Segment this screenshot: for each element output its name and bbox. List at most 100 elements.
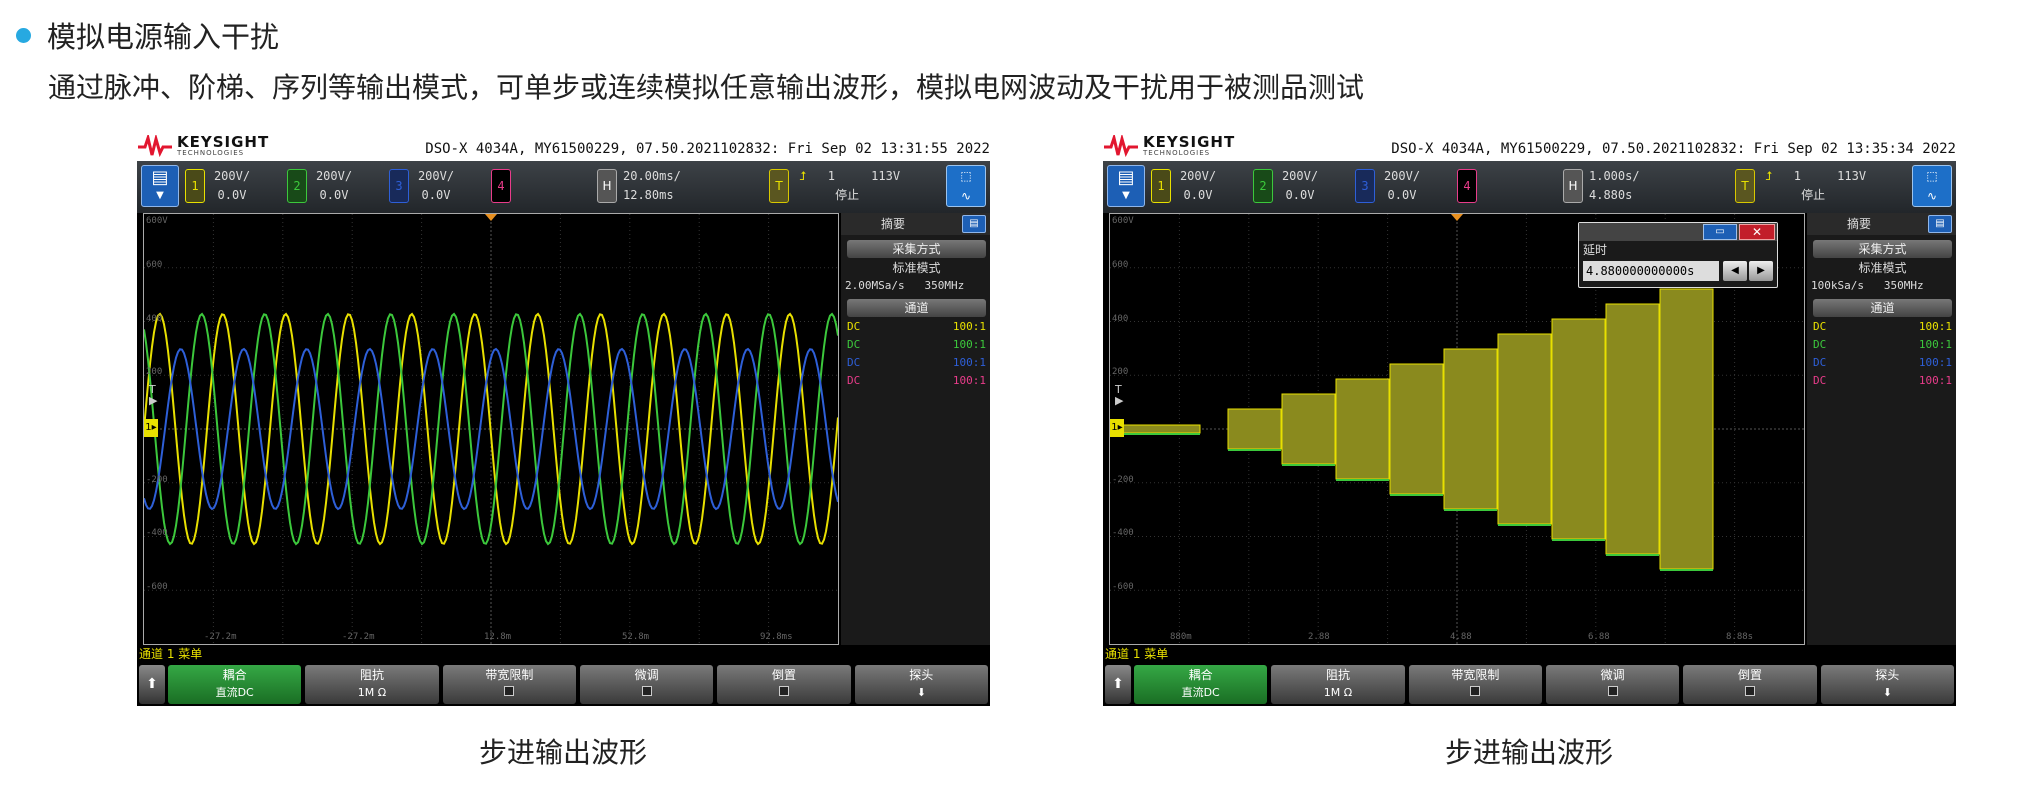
minimize-icon[interactable]: ▭	[1703, 224, 1737, 240]
heading-title: 模拟电源输入干扰	[47, 20, 280, 54]
channel-2-offset: 0.0V	[1285, 188, 1315, 202]
softkey-probe[interactable]: 探头 ⬇	[854, 665, 988, 704]
softkey-probe[interactable]: 探头 ⬇	[1820, 665, 1954, 704]
channel-2-offset: 0.0V	[319, 188, 349, 202]
keysight-logo: KEYSIGHT TECHNOLOGIES	[1103, 135, 1235, 157]
channel-1-summary: DC 100:1	[847, 318, 986, 335]
trace-step-block	[1281, 393, 1336, 465]
acquisition-button[interactable]: 采集方式	[1813, 240, 1952, 258]
softkey-bw-limit[interactable]: 带宽限制	[1408, 665, 1542, 704]
softkey-coupling[interactable]: 耦合 直流DC	[168, 665, 302, 704]
softkey-coupling[interactable]: 耦合 直流DC	[1134, 665, 1268, 704]
softkey-impedance[interactable]: 阻抗 1M Ω	[1271, 665, 1405, 704]
channel-1-button[interactable]: 1	[185, 169, 205, 203]
trace-step-block	[1551, 318, 1606, 540]
menu-icon: ▤	[1117, 167, 1135, 188]
channel-1-settings: 200V/0.0V	[207, 167, 257, 205]
level-label: -400	[146, 528, 168, 538]
channel-3-settings: 200V/0.0V	[411, 167, 461, 205]
summary-title: 摘要	[881, 217, 906, 231]
channel-3-button[interactable]: 3	[389, 169, 409, 203]
channel-3-offset: 0.0V	[1387, 188, 1417, 202]
softkey-impedance[interactable]: 阻抗 1M Ω	[305, 665, 439, 704]
trigger-settings: ⮥ 1 113V 停止	[1765, 167, 1866, 205]
caption-1: 步进输出波形	[478, 736, 647, 769]
increment-arrow-icon[interactable]: ▶	[1749, 261, 1773, 281]
waveform-display[interactable]: 600V 600 400 200 -200 -400 -600 -27.2m -…	[143, 213, 839, 645]
trigger-button[interactable]: T	[1735, 169, 1755, 203]
acquisition-button[interactable]: 采集方式	[847, 240, 986, 258]
down-arrow-icon: ⬇	[916, 686, 926, 699]
trace-step-block	[1443, 348, 1498, 510]
checkbox-icon	[778, 686, 789, 696]
channel-1-button[interactable]: 1	[1151, 169, 1171, 203]
channel-4-button[interactable]: 4	[1457, 169, 1477, 203]
channel-2-settings: 200V/0.0V	[309, 167, 359, 205]
main-menu-button[interactable]: ▤ ▼	[1107, 165, 1145, 207]
channel-2-button[interactable]: 2	[1253, 169, 1273, 203]
zoom-button[interactable]: ⬚ ∿	[946, 165, 986, 207]
level-label-top: 600V	[1112, 216, 1134, 226]
horizontal-settings: 20.00ms/12.80ms	[623, 167, 681, 205]
summary-menu-icon[interactable]: ▤	[962, 215, 986, 233]
logo-name: KEYSIGHT	[177, 133, 270, 151]
horizontal-button[interactable]: H	[597, 169, 617, 203]
probe-ratio: 100:1	[1918, 374, 1952, 387]
softkey-value: 1M Ω	[357, 686, 387, 699]
chevron-down-icon: ▼	[1122, 190, 1130, 201]
softkey-value: 直流DC	[215, 686, 254, 699]
horizontal-button[interactable]: H	[1563, 169, 1583, 203]
softkey-label: 倒置	[1737, 668, 1762, 682]
checkbox-icon	[1744, 686, 1755, 696]
scope-screen: ▤ ▼ 1 200V/0.0V 2 200V/0.0V 3 200V/0.0V 4…	[1103, 161, 1956, 706]
channels-button[interactable]: 通道	[1813, 299, 1952, 317]
time-label: 8.88s	[1726, 632, 1754, 642]
channels-button[interactable]: 通道	[847, 299, 986, 317]
down-arrow-icon: ⬇	[1882, 686, 1892, 699]
channel-3-button[interactable]: 3	[1355, 169, 1375, 203]
channel-2-summary: DC 100:1	[1813, 336, 1952, 353]
summary-header: 摘要 ▤	[841, 213, 990, 235]
softkey-invert[interactable]: 倒置	[717, 665, 851, 704]
waveform-display[interactable]: 600V 600 400 200 0 -200 -400 -600 880m 2…	[1109, 213, 1805, 645]
back-arrow-button[interactable]: ⬆	[139, 665, 165, 704]
trigger-button[interactable]: T	[769, 169, 789, 203]
softkey-value: 1M Ω	[1323, 686, 1353, 699]
scope-topbar: ▤ ▼ 1 200V/0.0V 2 200V/0.0V 3 200V/0.0V 4…	[137, 161, 990, 213]
trigger-level: 113V	[871, 169, 901, 183]
summary-panel: 摘要 ▤ 采集方式 标准模式 100kSa/s 350MHz 通道 DC 100:1…	[1807, 213, 1956, 645]
section-heading: 模拟电源输入干扰	[16, 14, 279, 56]
channel-4-button[interactable]: 4	[491, 169, 511, 203]
softkey-invert[interactable]: 倒置	[1683, 665, 1817, 704]
channel-1-ground-marker[interactable]: 1▸	[144, 419, 158, 437]
summary-panel: 摘要 ▤ 采集方式 标准模式 2.00MSa/s 350MHz 通道 DC 100:…	[841, 213, 990, 645]
channel-3-settings: 200V/0.0V	[1377, 167, 1427, 205]
horizontal-settings: 1.000s/4.880s	[1589, 167, 1640, 205]
channel-2-scale: 200V/	[1281, 169, 1319, 183]
logo-sub: TECHNOLOGIES	[1143, 149, 1211, 157]
main-menu-button[interactable]: ▤ ▼	[141, 165, 179, 207]
trace-step-block	[1227, 408, 1282, 450]
close-icon[interactable]: ✕	[1739, 224, 1775, 240]
delay-input[interactable]: 4.880000000000s	[1583, 261, 1719, 281]
trigger-level-marker-icon: T ▶	[1115, 383, 1124, 407]
probe-ratio: 100:1	[952, 374, 986, 387]
softkey-fine[interactable]: 微调	[579, 665, 714, 704]
zoom-button[interactable]: ⬚ ∿	[1912, 165, 1952, 207]
logo-name: KEYSIGHT	[1143, 133, 1236, 151]
coupling: DC	[847, 374, 861, 387]
scope-topbar: ▤ ▼ 1 200V/0.0V 2 200V/0.0V 3 200V/0.0V 4…	[1103, 161, 1956, 213]
decrement-arrow-icon[interactable]: ◀	[1723, 261, 1747, 281]
trace-step-block	[1389, 363, 1444, 495]
back-arrow-button[interactable]: ⬆	[1105, 665, 1131, 704]
softkey-fine[interactable]: 微调	[1545, 665, 1680, 704]
oscilloscope-screenshot-2: KEYSIGHT TECHNOLOGIES DSO-X 4034A, MY6150…	[1103, 131, 1956, 707]
dialog-titlebar[interactable]: ▭ ✕	[1579, 223, 1777, 241]
channel-1-ground-marker[interactable]: 1▸	[1110, 419, 1124, 437]
probe-ratio: 100:1	[1918, 338, 1952, 351]
channel-2-button[interactable]: 2	[287, 169, 307, 203]
summary-menu-icon[interactable]: ▤	[1928, 215, 1952, 233]
trace-step-block	[1605, 303, 1660, 555]
level-label: -600	[1112, 582, 1134, 592]
softkey-bw-limit[interactable]: 带宽限制	[442, 665, 576, 704]
